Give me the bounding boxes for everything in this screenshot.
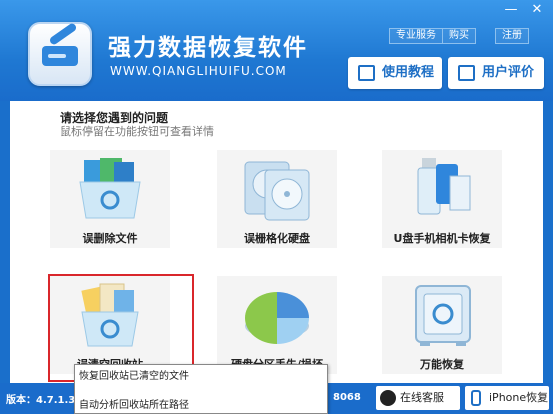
recycle-bin-icon [81,283,139,347]
online-service-button[interactable]: 在线客服 [376,386,460,410]
main-panel: 请选择您遇到的问题 鼠标停留在功能按钮可查看详情 误删除文件 误栅格化硬盘 U盘 [10,101,543,383]
minimize-button[interactable]: — [500,2,522,18]
comment-icon [458,65,475,81]
tile-label: 万能恢复 [420,358,464,371]
app-title: 强力数据恢复软件 [108,35,308,61]
header: 强力数据恢复软件 WWW.QIANGLIHUIFU.COM — ✕ 专业服务 购… [0,0,553,101]
tile-deleted-files[interactable]: 误删除文件 [50,150,170,248]
tooltip-line-1: 恢复回收站已清空的文件 [79,371,189,382]
tile-empty-recycle-bin[interactable]: 误清空回收站 [50,276,170,374]
hard-disk-icon [244,161,310,221]
tooltip: 恢复回收站已清空的文件 自动分析回收站所在路径 [74,364,328,414]
wrench-icon [48,22,78,46]
tooltip-line-2: 自动分析回收站所在路径 [79,400,189,411]
iphone-icon [471,390,481,406]
tile-usb-phone-card[interactable]: U盘手机相机卡恢复 [382,150,502,248]
qq-icon [380,390,396,406]
version-label: 版本：4.7.1.3 [6,395,76,406]
pro-service-link[interactable]: 专业服务 [389,28,443,44]
app-logo [28,22,92,86]
usb-phone-card-icon [417,158,471,215]
safe-box-icon [415,285,471,346]
tile-label: 误删除文件 [82,232,138,245]
tutorial-label: 使用教程 [382,65,435,80]
tile-partition-lost[interactable]: 硬盘分区丢失/损坏 [217,276,337,374]
recycle-files-icon [79,158,141,219]
tile-label: 误栅格化硬盘 [244,232,310,245]
hard-drive-icon [42,46,78,66]
user-review-button[interactable]: 用户评价 [448,57,544,89]
app-website: WWW.QIANGLIHUIFU.COM [110,64,287,78]
user-review-label: 用户评价 [482,65,535,80]
phone-number: 8068 [333,392,361,403]
iphone-recovery-label: iPhone恢复 [489,391,549,404]
tile-format-disk[interactable]: 误栅格化硬盘 [217,150,337,248]
partition-pie-icon [245,292,309,344]
register-link[interactable]: 注册 [495,28,529,44]
iphone-recovery-button[interactable]: iPhone恢复 [465,386,549,410]
close-button[interactable]: ✕ [526,2,548,18]
panel-hint: 鼠标停留在功能按钮可查看详情 [60,125,214,138]
buy-link[interactable]: 购买 [442,28,476,44]
online-service-label: 在线客服 [400,391,444,404]
tutorial-button[interactable]: 使用教程 [348,57,442,89]
tile-universal-recovery[interactable]: 万能恢复 [382,276,502,374]
tile-label: U盘手机相机卡恢复 [393,232,491,245]
document-icon [358,65,375,81]
